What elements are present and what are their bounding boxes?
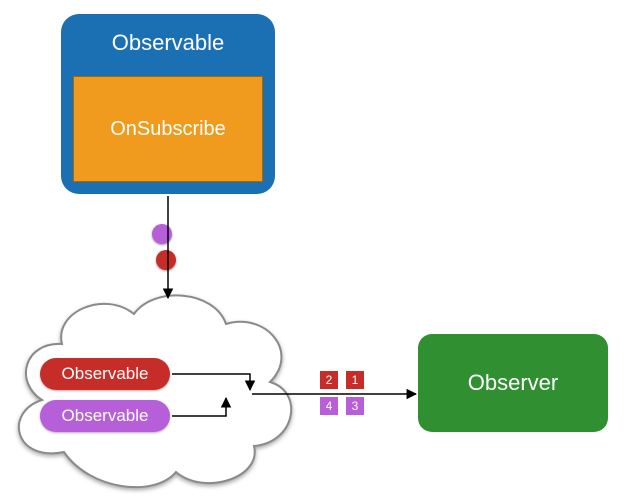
observable-title: Observable — [112, 30, 225, 56]
inner-observable-red: Observable — [40, 358, 170, 390]
diagram-stage: Observable OnSubscribe Observable Observ… — [0, 0, 628, 502]
emission-dot-purple — [152, 224, 172, 244]
emission-chip: 4 — [320, 397, 338, 415]
emission-chip: 2 — [320, 371, 338, 389]
inner-observable-label: Observable — [62, 364, 149, 384]
onsubscribe-label: OnSubscribe — [110, 118, 226, 141]
observer-label: Observer — [468, 370, 558, 396]
inner-observable-purple: Observable — [40, 400, 170, 432]
inner-observable-label: Observable — [62, 406, 149, 426]
emission-chip: 3 — [346, 397, 364, 415]
observer-box: Observer — [418, 334, 608, 432]
onsubscribe-box: OnSubscribe — [73, 76, 263, 182]
observable-box: Observable OnSubscribe — [61, 14, 275, 194]
emission-dot-red — [156, 250, 176, 270]
emission-chip: 1 — [346, 371, 364, 389]
